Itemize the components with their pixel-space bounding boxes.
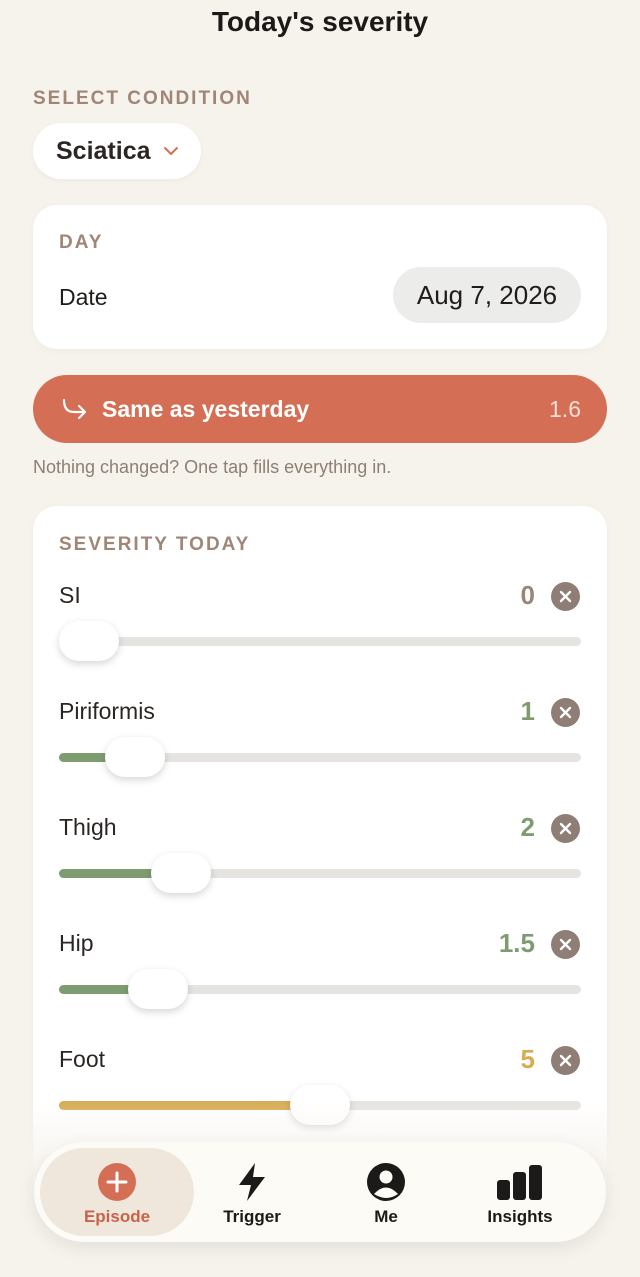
severity-slider-thumb[interactable] [151, 853, 212, 893]
severity-item-value: 5 [520, 1044, 535, 1074]
clear-value-button[interactable] [551, 1046, 580, 1075]
severity-item-value: 1.5 [498, 928, 535, 958]
tab-insights[interactable]: Insights [443, 1148, 597, 1236]
severity-row: Hip 1.5 [33, 928, 607, 1040]
clear-value-button[interactable] [551, 698, 580, 727]
severity-slider-track[interactable] [59, 737, 581, 777]
severity-item-name: SI [59, 582, 81, 608]
condition-dropdown[interactable]: Sciatica [33, 123, 201, 179]
tab-trigger-label: Trigger [223, 1207, 281, 1226]
severity-section-label: SEVERITY TODAY [59, 534, 251, 555]
clear-value-button[interactable] [551, 814, 580, 843]
close-icon [559, 938, 572, 951]
clear-value-button[interactable] [551, 582, 580, 611]
date-label: Date [59, 284, 108, 310]
clear-value-button[interactable] [551, 930, 580, 959]
chevron-down-icon [163, 147, 178, 155]
severity-item-value: 1 [520, 696, 535, 726]
tab-episode-label: Episode [83, 1207, 151, 1226]
severity-row: SI 0 [33, 580, 607, 692]
severity-item-name: Hip [59, 930, 94, 956]
select-condition-label: SELECT CONDITION [33, 88, 252, 109]
close-icon [559, 822, 572, 835]
person-icon [367, 1163, 405, 1201]
close-icon [559, 706, 572, 719]
severity-item-name: Thigh [59, 814, 117, 840]
plus-circle-icon [98, 1163, 136, 1201]
severity-item-value: 0 [520, 580, 535, 610]
severity-item-name: Piriformis [59, 698, 155, 724]
severity-item-name: Foot [59, 1046, 106, 1072]
condition-selected-value: Sciatica [56, 136, 151, 165]
same-as-yesterday-label: Same as yesterday [102, 395, 310, 422]
same-as-yesterday-button[interactable]: Same as yesterday 1.6 [33, 375, 607, 443]
tab-trigger[interactable]: Trigger [175, 1148, 329, 1236]
day-card: DAY Date Aug 7, 2026 [33, 205, 607, 349]
tab-me-label: Me [374, 1207, 398, 1226]
severity-slider-track[interactable] [59, 853, 581, 893]
close-icon [559, 1054, 572, 1067]
bolt-icon [239, 1163, 265, 1201]
close-icon [559, 590, 572, 603]
same-as-yesterday-value: 1.6 [549, 395, 581, 422]
day-section-label: DAY [59, 232, 104, 253]
tab-bar: Episode Trigger Me Insights [34, 1142, 606, 1242]
tab-episode[interactable]: Episode [40, 1148, 194, 1236]
severity-slider-thumb[interactable] [128, 969, 189, 1009]
page-title: Today's severity [211, 6, 429, 37]
severity-slider-track[interactable] [59, 969, 581, 1009]
tab-me[interactable]: Me [309, 1148, 463, 1236]
severity-slider-thumb[interactable] [59, 621, 119, 661]
turn-right-arrow-icon [62, 398, 87, 420]
severity-item-value: 2 [520, 812, 535, 842]
same-as-yesterday-hint: Nothing changed? One tap fills everythin… [33, 457, 392, 477]
severity-slider-thumb[interactable] [105, 737, 166, 777]
date-picker-button[interactable]: Aug 7, 2026 [393, 267, 581, 323]
severity-slider-track[interactable] [59, 621, 581, 661]
severity-row: Piriformis 1 [33, 696, 607, 808]
bar-chart-icon [497, 1165, 542, 1200]
tab-insights-label: Insights [487, 1207, 553, 1226]
severity-row: Thigh 2 [33, 812, 607, 924]
